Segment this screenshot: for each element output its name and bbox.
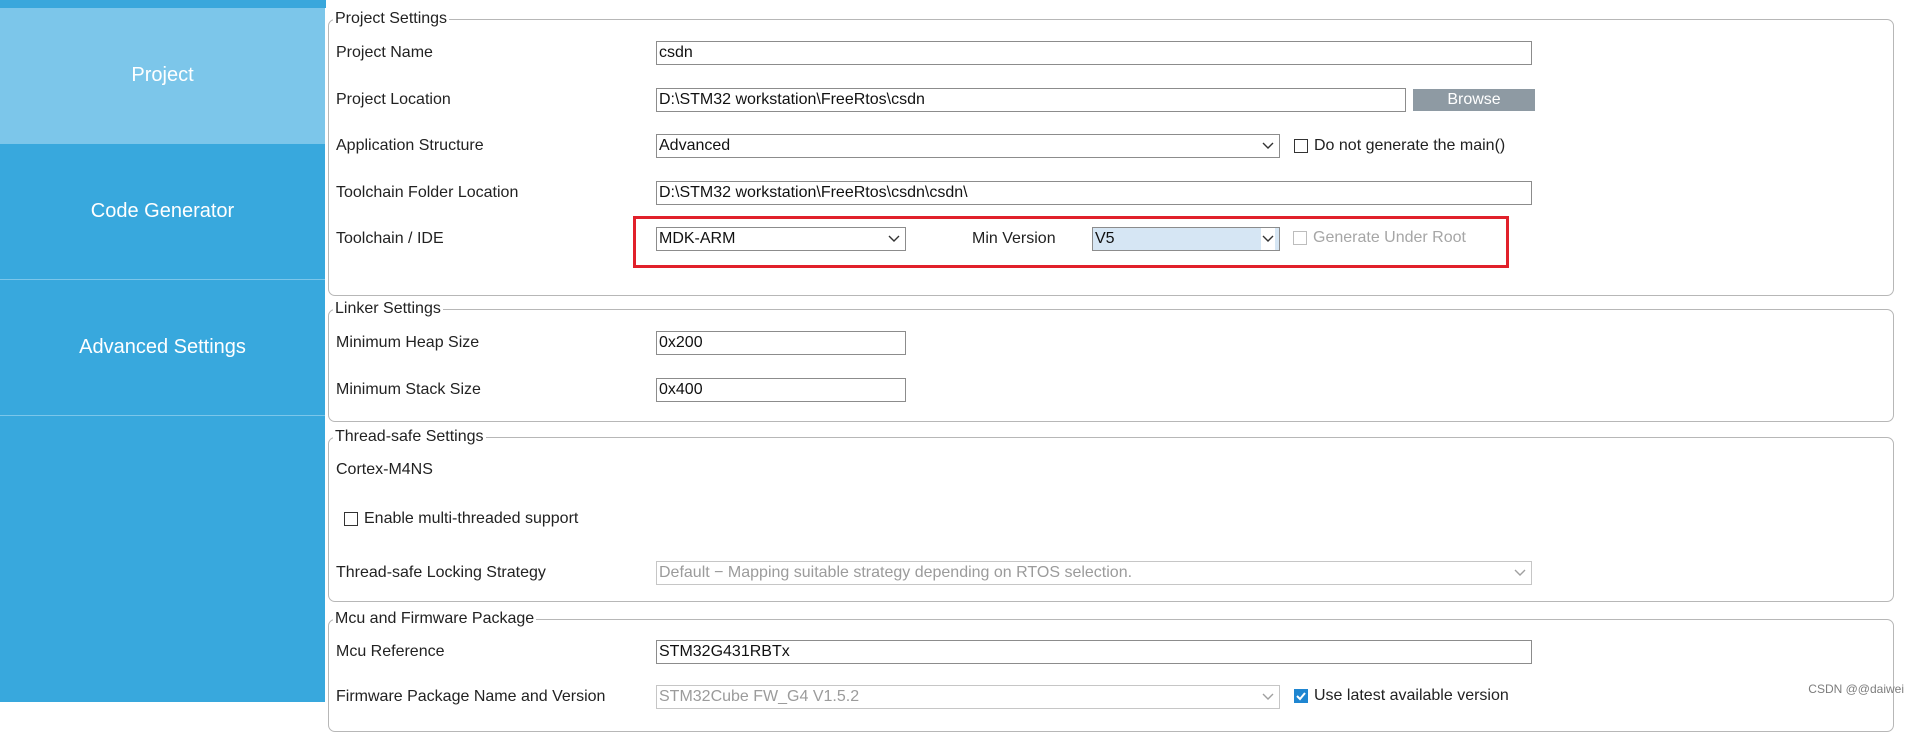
mcu-reference-label: Mcu Reference [336,643,445,660]
application-structure-label: Application Structure [336,137,484,154]
group-title: Linker Settings [335,300,441,317]
use-latest-version-checkbox[interactable] [1294,689,1308,703]
toolchain-folder-input[interactable]: D:\STM32 workstation\FreeRtos\csdn\csdn\ [656,181,1532,205]
use-latest-version-label: Use latest available version [1314,687,1509,704]
multithread-checkbox[interactable] [344,512,358,526]
browse-button[interactable]: Browse [1413,89,1535,111]
do-not-generate-main-label: Do not generate the main() [1314,137,1506,154]
mcu-firmware-group: Mcu and Firmware Package [328,610,1894,732]
group-title: Project Settings [335,10,448,27]
chevron-down-icon [1261,135,1275,157]
sidebar-item-label: Code Generator [90,200,235,222]
linker-settings-group: Linker Settings [328,300,1894,422]
sidebar-item-label: Advanced Settings [79,336,246,358]
toolchain-ide-label: Toolchain / IDE [336,230,444,247]
project-name-input[interactable]: csdn [656,41,1532,65]
core-name-label: Cortex-M4NS [336,461,433,478]
sidebar-item-code-generator[interactable]: Code Generator [0,144,325,280]
firmware-package-select[interactable]: STM32Cube FW_G4 V1.5.2 [656,685,1280,709]
heap-size-input[interactable]: 0x200 [656,331,906,355]
mcu-reference-input[interactable]: STM32G431RBTx [656,640,1532,664]
project-location-label: Project Location [336,91,451,108]
locking-strategy-value: Default − Mapping suitable strategy depe… [659,564,1133,581]
application-structure-value: Advanced [659,137,731,154]
main-content: Project Settings Project Name csdn Proje… [326,0,1906,732]
chevron-down-icon [1513,562,1527,584]
stack-size-input[interactable]: 0x400 [656,378,906,402]
do-not-generate-main-checkbox[interactable] [1294,139,1308,153]
sidebar-item-project[interactable]: Project [0,8,325,144]
sidebar-item-label: Project [131,64,194,86]
firmware-package-label: Firmware Package Name and Version [336,688,606,705]
firmware-package-value: STM32Cube FW_G4 V1.5.2 [659,688,860,705]
locking-strategy-label: Thread-safe Locking Strategy [336,564,546,581]
highlight-annotation [633,216,1509,268]
locking-strategy-select[interactable]: Default − Mapping suitable strategy depe… [656,561,1532,585]
heap-size-label: Minimum Heap Size [336,334,480,351]
group-title: Mcu and Firmware Package [335,610,535,627]
watermark: CSDN @@daiwei [1808,682,1904,696]
sidebar-item-advanced-settings[interactable]: Advanced Settings [0,280,325,416]
group-title: Thread-safe Settings [335,428,484,445]
project-name-label: Project Name [336,44,433,61]
multithread-label: Enable multi-threaded support [364,510,579,527]
toolchain-folder-label: Toolchain Folder Location [336,184,519,201]
chevron-down-icon [1261,686,1275,708]
stack-size-label: Minimum Stack Size [336,381,481,398]
project-location-input[interactable]: D:\STM32 workstation\FreeRtos\csdn [656,88,1406,112]
sidebar: Project Code Generator Advanced Settings [0,8,325,702]
application-structure-select[interactable]: Advanced [656,134,1280,158]
check-icon [1296,692,1306,701]
